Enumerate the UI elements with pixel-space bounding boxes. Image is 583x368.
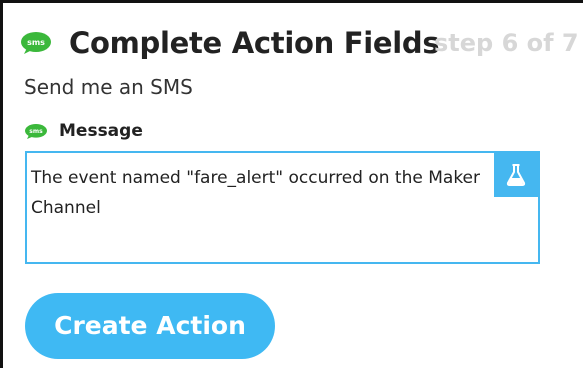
create-action-button[interactable]: Create Action	[25, 293, 275, 359]
add-ingredient-button[interactable]	[494, 153, 538, 197]
message-field[interactable]: The event named "fare_alert" occurred on…	[25, 151, 540, 264]
action-fields-panel: sms Complete Action Fields step 6 of 7 S…	[0, 0, 583, 368]
action-subtitle: Send me an SMS	[24, 75, 193, 99]
sms-icon: sms	[25, 124, 47, 139]
message-field-value[interactable]: The event named "fare_alert" occurred on…	[31, 163, 486, 223]
step-indicator: step 6 of 7	[434, 29, 579, 57]
sms-icon-text: sms	[29, 128, 43, 135]
message-field-label: Message	[59, 121, 143, 141]
flask-icon	[506, 164, 526, 186]
sms-icon-text: sms	[27, 38, 45, 47]
sms-icon: sms	[21, 32, 51, 54]
page-title: Complete Action Fields	[69, 26, 440, 60]
